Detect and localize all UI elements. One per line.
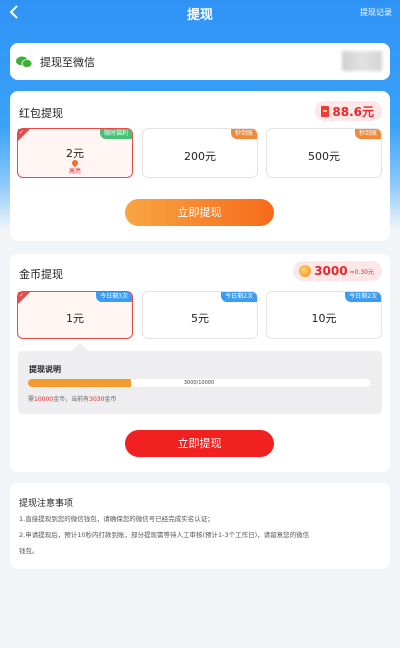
nav-bar: 提现 提现记录 [0, 0, 400, 26]
need-suffix: 金币 [104, 396, 117, 403]
red-option-500[interactable]: 秒到账 500元 [266, 128, 382, 178]
gold-option-10[interactable]: 今日剩2次 10元 [266, 291, 382, 339]
red-packet-card: 红包提现 88.6元 ✓ 限时福利 2元 高亮 秒到账 200元 秒到账 500… [10, 91, 390, 241]
red-option-2[interactable]: ✓ 限时福利 2元 高亮 [17, 128, 133, 178]
check-icon: ✓ [19, 129, 25, 136]
option-value: 500元 [308, 150, 340, 163]
need-amount: 10000 [34, 396, 54, 403]
tip-line: 钱包。 [19, 547, 39, 555]
option-tag: 今日剩3次 [96, 292, 132, 302]
gold-withdraw-button[interactable]: 立即提现 [125, 430, 274, 457]
option-tag: 秒到账 [230, 129, 257, 139]
red-withdraw-button[interactable]: 立即提现 [125, 199, 274, 226]
tips-card: 提现注意事项 1.直接提现到您的微信钱包，请确保您的微信号已经完成实名认证； 2… [10, 483, 390, 569]
wechat-icon [16, 56, 32, 68]
progress-text: 3000/10000 [183, 380, 215, 386]
tip-line: 1.直接提现到您的微信钱包，请确保您的微信号已经完成实名认证； [19, 515, 214, 523]
red-packet-balance: 88.6元 [332, 104, 374, 119]
option-hint: 高亮 [68, 168, 81, 175]
option-tag: 今日剩2次 [221, 292, 257, 302]
option-tag: 秒到账 [354, 129, 381, 139]
gold-coin-card: 金币提现 3000 ≈0.30元 ✓ 今日剩3次 1元 今日剩2次 5元 今日剩… [10, 254, 390, 472]
red-packet-balance-badge: 88.6元 [315, 101, 382, 121]
option-tag: 今日剩2次 [345, 292, 381, 302]
wechat-target-card[interactable]: 提现至微信 [10, 43, 390, 80]
gold-balance-badge: 3000 ≈0.30元 [293, 261, 382, 281]
page-title: 提现 [186, 8, 213, 23]
progress-bar: 3000/10000 [28, 379, 370, 387]
gold-option-1[interactable]: ✓ 今日剩3次 1元 [17, 291, 133, 339]
have-amount: 3030 [89, 396, 105, 403]
check-icon: ✓ [19, 292, 25, 299]
option-tag: 限时福利 [99, 129, 132, 139]
wechat-target-label: 提现至微信 [40, 56, 95, 69]
option-value: 10元 [311, 312, 337, 325]
gold-option-5[interactable]: 今日剩2次 5元 [142, 291, 258, 339]
masked-account-avatar [342, 51, 382, 71]
option-value: 200元 [184, 150, 216, 163]
note-pointer [72, 343, 88, 351]
coin-requirement-text: 需10000金币，当前有3030金币 [28, 394, 116, 403]
note-title: 提现说明 [29, 365, 61, 374]
option-value: 1元 [66, 312, 84, 325]
red-packet-title: 红包提现 [19, 107, 63, 120]
red-option-200[interactable]: 秒到账 200元 [142, 128, 258, 178]
withdraw-record-link[interactable]: 提现记录 [360, 7, 392, 18]
red-envelope-icon [321, 105, 330, 117]
need-mid: 金币，当前有 [53, 396, 90, 403]
gold-title: 金币提现 [19, 268, 63, 281]
tip-line: 2.申请提现后，预计10秒内打款到账，部分提现需等待人工审核(预计1-3个工作日… [19, 531, 310, 539]
coin-icon [299, 265, 312, 277]
option-value: 5元 [191, 312, 209, 325]
gold-balance-value: ≈0.30元 [349, 268, 374, 276]
gold-balance: 3000 [314, 264, 348, 278]
tips-title: 提现注意事项 [19, 499, 74, 509]
withdraw-note-panel: 提现说明 3000/10000 需10000金币，当前有3030金币 [18, 351, 382, 414]
